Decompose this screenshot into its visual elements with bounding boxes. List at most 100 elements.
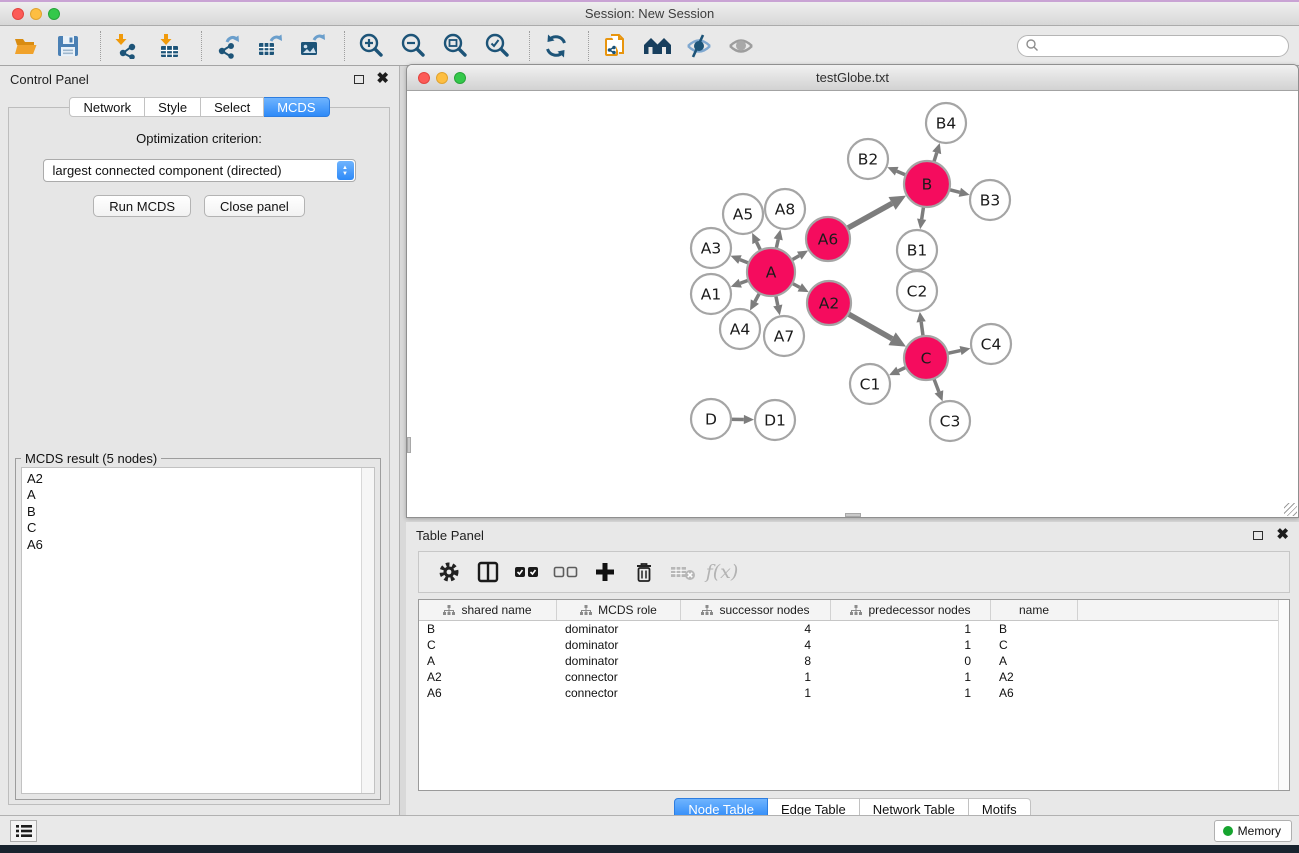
apply-preferred-layout-icon[interactable] bbox=[542, 32, 570, 60]
column-header-predecessor-nodes[interactable]: predecessor nodes bbox=[831, 600, 991, 620]
graph-node-A7[interactable]: A7 bbox=[764, 316, 804, 356]
graph-node-A2[interactable]: A2 bbox=[807, 281, 851, 325]
tab-style[interactable]: Style bbox=[145, 97, 201, 117]
table-cell[interactable]: 1 bbox=[831, 670, 991, 684]
table-cell[interactable]: 1 bbox=[681, 670, 831, 684]
close-table-panel-icon[interactable]: ✖ bbox=[1276, 530, 1289, 540]
mcds-result-item[interactable]: B bbox=[22, 504, 374, 520]
table-row[interactable]: Bdominator41B bbox=[419, 621, 1289, 637]
function-builder-icon[interactable]: f(x) bbox=[707, 558, 737, 586]
maximize-window-icon[interactable] bbox=[48, 8, 60, 20]
graph-node-A8[interactable]: A8 bbox=[765, 189, 805, 229]
table-cell[interactable]: 4 bbox=[681, 622, 831, 636]
table-cell[interactable]: 4 bbox=[681, 638, 831, 652]
zoom-fit-icon[interactable] bbox=[441, 32, 469, 60]
criterion-select[interactable]: largest connected component (directed) ▲… bbox=[43, 159, 356, 182]
graph-node-A5[interactable]: A5 bbox=[723, 194, 763, 234]
search-input[interactable] bbox=[1040, 37, 1288, 55]
delete-table-icon[interactable] bbox=[668, 558, 698, 586]
run-mcds-button[interactable]: Run MCDS bbox=[93, 195, 191, 217]
tab-select[interactable]: Select bbox=[201, 97, 264, 117]
table-cell[interactable]: dominator bbox=[557, 638, 681, 652]
delete-row-icon[interactable] bbox=[629, 558, 659, 586]
export-table-icon[interactable] bbox=[256, 32, 284, 60]
column-header-shared-name[interactable]: shared name bbox=[419, 600, 557, 620]
export-network-icon[interactable] bbox=[214, 32, 242, 60]
table-cell[interactable]: C bbox=[991, 638, 1078, 652]
table-cell[interactable]: A2 bbox=[419, 670, 557, 684]
table-cell[interactable]: A bbox=[419, 654, 557, 668]
select-all-rows-icon[interactable] bbox=[512, 558, 542, 586]
tab-network[interactable]: Network bbox=[69, 97, 145, 117]
table-cell[interactable]: 8 bbox=[681, 654, 831, 668]
task-history-button[interactable] bbox=[10, 820, 37, 842]
import-table-icon[interactable] bbox=[155, 32, 183, 60]
column-layout-icon[interactable] bbox=[473, 558, 503, 586]
table-cell[interactable]: B bbox=[419, 622, 557, 636]
close-window-icon[interactable] bbox=[12, 8, 24, 20]
table-row[interactable]: A2connector11A2 bbox=[419, 669, 1289, 685]
graph-node-C[interactable]: C bbox=[904, 336, 948, 380]
table-row[interactable]: Adominator80A bbox=[419, 653, 1289, 669]
table-cell[interactable]: 1 bbox=[831, 686, 991, 700]
add-row-icon[interactable] bbox=[590, 558, 620, 586]
network-close-icon[interactable] bbox=[418, 72, 430, 84]
table-cell[interactable]: connector bbox=[557, 670, 681, 684]
graph-node-C4[interactable]: C4 bbox=[971, 324, 1011, 364]
close-panel-icon[interactable]: ✖ bbox=[376, 74, 389, 84]
network-canvas[interactable]: AA1A2A3A4A5A6A7A8BB1B2B3B4CC1C2C3C4DD1 bbox=[407, 91, 1298, 517]
table-cell[interactable]: A bbox=[991, 654, 1078, 668]
column-header-mcds-role[interactable]: MCDS role bbox=[557, 600, 681, 620]
graph-node-B[interactable]: B bbox=[904, 161, 950, 207]
network-minimize-icon[interactable] bbox=[436, 72, 448, 84]
tab-mcds[interactable]: MCDS bbox=[264, 97, 329, 117]
table-cell[interactable]: C bbox=[419, 638, 557, 652]
column-header-name[interactable]: name bbox=[991, 600, 1078, 620]
table-cell[interactable]: 1 bbox=[681, 686, 831, 700]
graph-node-C3[interactable]: C3 bbox=[930, 401, 970, 441]
table-cell[interactable]: 1 bbox=[831, 622, 991, 636]
minimize-window-icon[interactable] bbox=[30, 8, 42, 20]
table-cell[interactable]: dominator bbox=[557, 622, 681, 636]
new-network-from-selection-icon[interactable] bbox=[601, 32, 629, 60]
show-graphics-details-icon[interactable] bbox=[727, 32, 755, 60]
float-panel-icon[interactable] bbox=[354, 75, 364, 84]
graph-node-D1[interactable]: D1 bbox=[755, 400, 795, 440]
column-header-successor-nodes[interactable]: successor nodes bbox=[681, 600, 831, 620]
float-table-panel-icon[interactable] bbox=[1253, 531, 1263, 540]
export-image-icon[interactable] bbox=[298, 32, 326, 60]
table-cell[interactable]: A6 bbox=[419, 686, 557, 700]
network-maximize-icon[interactable] bbox=[454, 72, 466, 84]
show-welcome-screen-icon[interactable] bbox=[643, 32, 671, 60]
zoom-in-icon[interactable] bbox=[357, 32, 385, 60]
table-cell[interactable]: 1 bbox=[831, 638, 991, 652]
table-row[interactable]: A6connector11A6 bbox=[419, 685, 1289, 701]
canvas-left-gripper[interactable] bbox=[407, 437, 411, 453]
hide-graphics-details-icon[interactable] bbox=[685, 32, 713, 60]
zoom-out-icon[interactable] bbox=[399, 32, 427, 60]
graph-node-A1[interactable]: A1 bbox=[691, 274, 731, 314]
mcds-result-item[interactable]: A6 bbox=[22, 537, 374, 553]
window-resize-grip[interactable] bbox=[1284, 503, 1297, 516]
search-field[interactable] bbox=[1017, 35, 1289, 57]
memory-button[interactable]: Memory bbox=[1214, 820, 1292, 842]
mcds-result-list[interactable]: A2ABCA6 bbox=[21, 467, 375, 794]
graph-node-A6[interactable]: A6 bbox=[806, 217, 850, 261]
table-cell[interactable]: 0 bbox=[831, 654, 991, 668]
graph-node-B3[interactable]: B3 bbox=[970, 180, 1010, 220]
zoom-selected-icon[interactable] bbox=[483, 32, 511, 60]
mcds-result-item[interactable]: A bbox=[22, 487, 374, 503]
graph-node-B4[interactable]: B4 bbox=[926, 103, 966, 143]
table-scrollbar[interactable] bbox=[1278, 600, 1289, 790]
import-network-icon[interactable] bbox=[113, 32, 141, 60]
table-cell[interactable]: A6 bbox=[991, 686, 1078, 700]
graph-node-A4[interactable]: A4 bbox=[720, 309, 760, 349]
graph-node-A3[interactable]: A3 bbox=[691, 228, 731, 268]
table-cell[interactable]: connector bbox=[557, 686, 681, 700]
graph-node-A[interactable]: A bbox=[747, 248, 795, 296]
network-window-titlebar[interactable]: testGlobe.txt bbox=[407, 65, 1298, 91]
table-row[interactable]: Cdominator41C bbox=[419, 637, 1289, 653]
open-file-icon[interactable] bbox=[12, 32, 40, 60]
mcds-result-item[interactable]: A2 bbox=[22, 468, 374, 487]
table-cell[interactable]: dominator bbox=[557, 654, 681, 668]
